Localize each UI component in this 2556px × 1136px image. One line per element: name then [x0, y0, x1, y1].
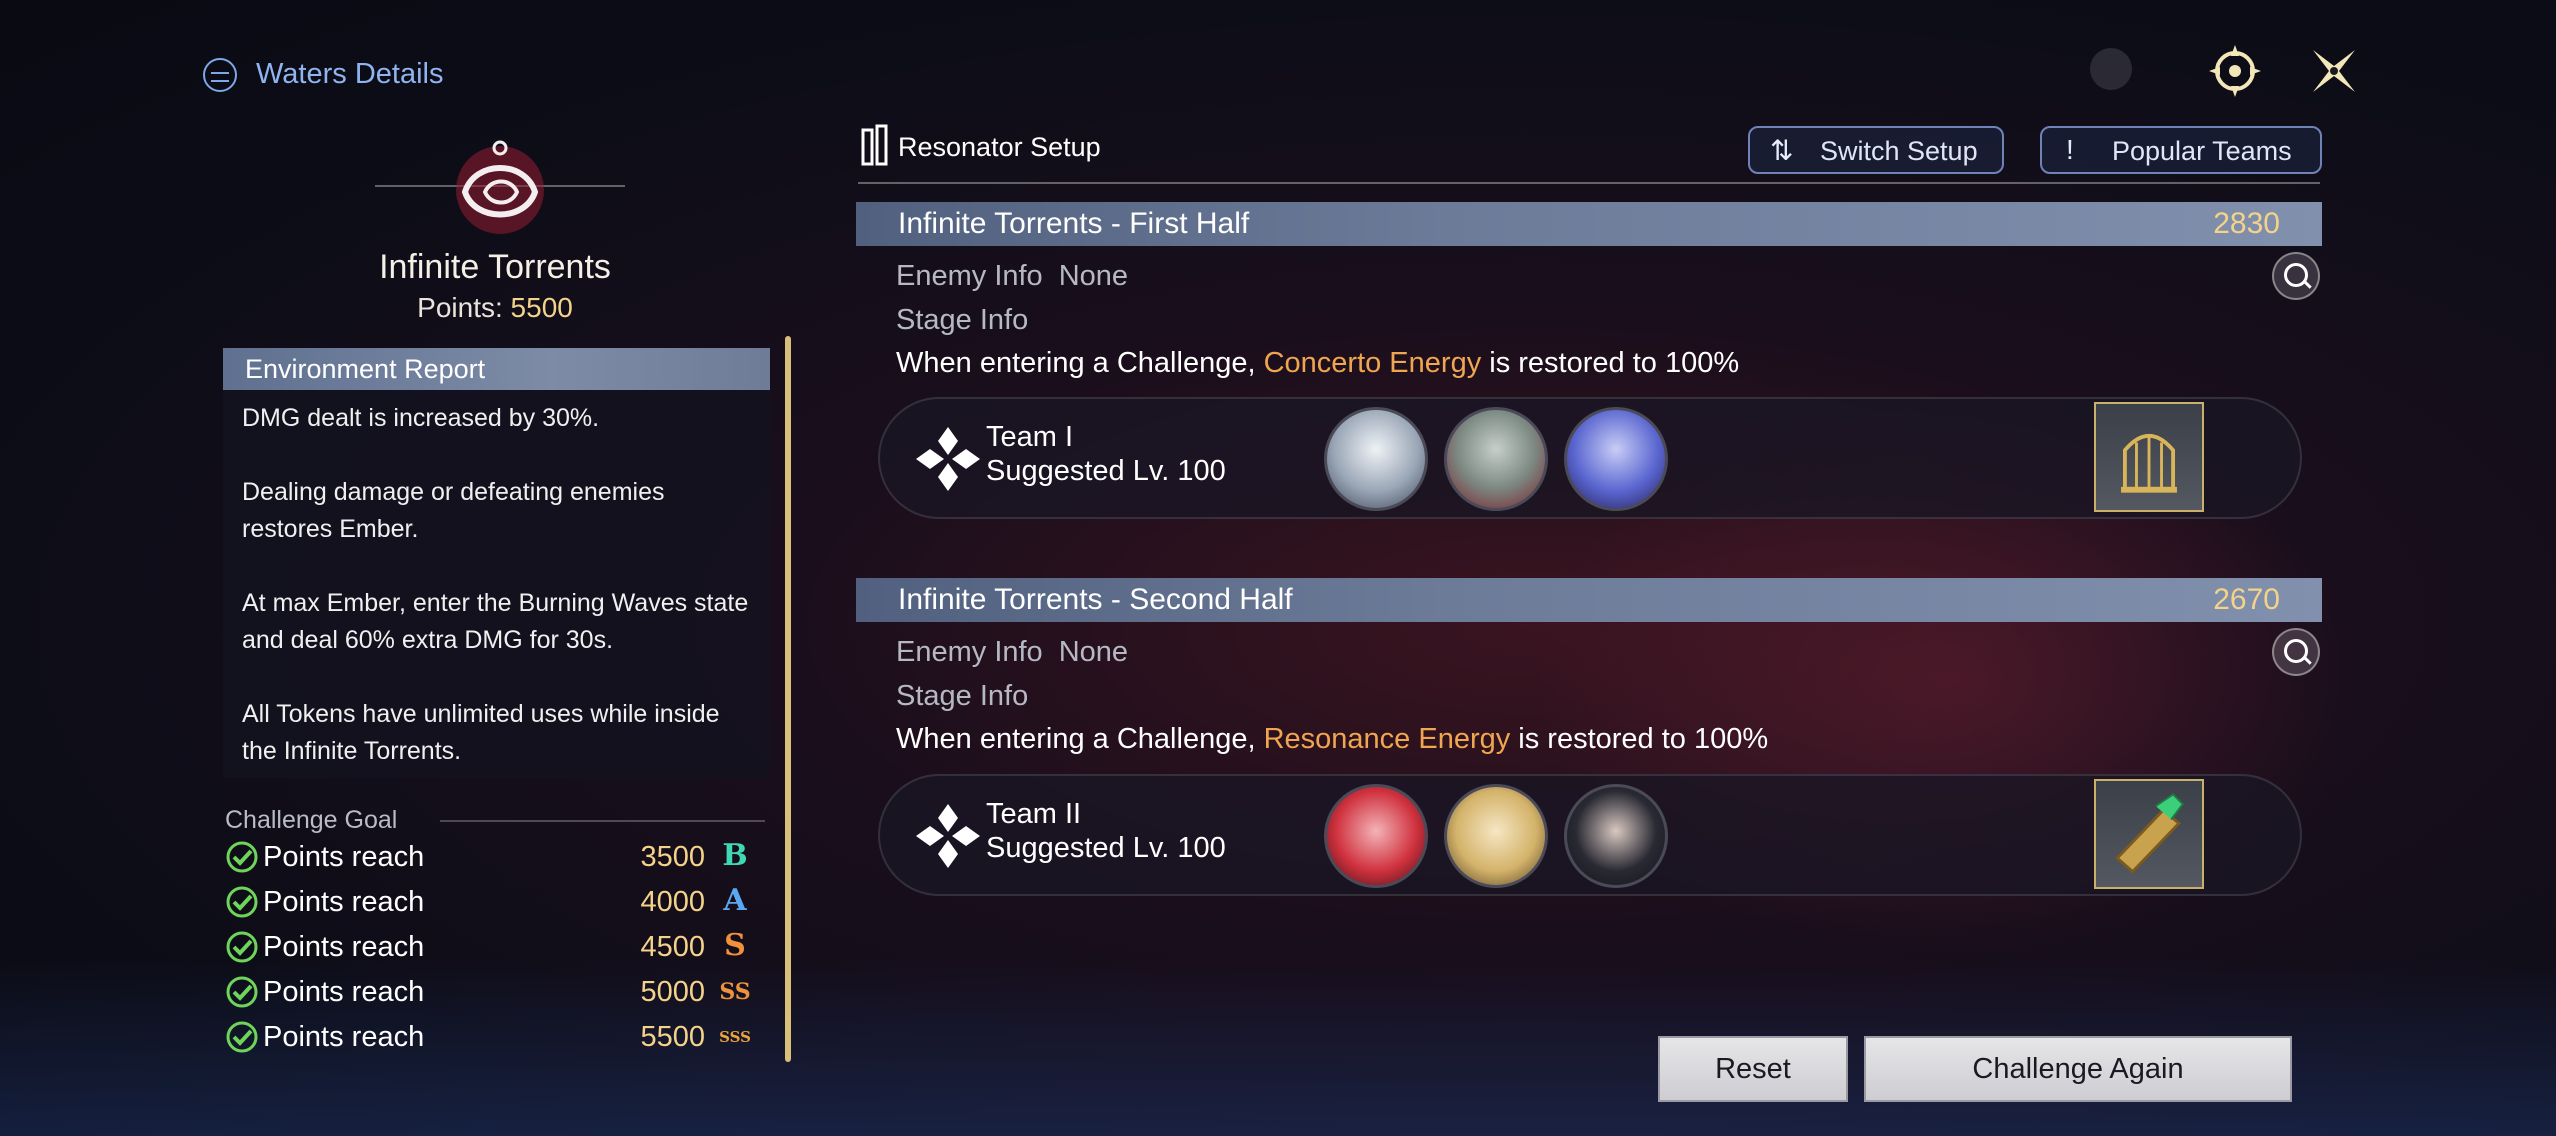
stage-name: Infinite Torrents: [379, 248, 611, 286]
environment-report-header: Environment Report: [223, 348, 770, 390]
close-icon[interactable]: [2305, 42, 2363, 100]
exclamation-icon: !: [2066, 134, 2074, 165]
goal-value: 3500: [640, 841, 705, 873]
check-icon: [226, 841, 258, 873]
echo-item[interactable]: [2094, 779, 2204, 889]
team-card[interactable]: Team I Suggested Lv. 100: [878, 397, 2302, 519]
desc-highlight: Concerto Energy: [1263, 347, 1482, 379]
stage-points: Points: 5500: [260, 292, 730, 324]
half-name: Infinite Torrents - Second Half: [898, 583, 1293, 616]
goal-row: Points reach 4000 A: [225, 883, 755, 923]
environment-report-title: Environment Report: [245, 354, 486, 384]
reset-button[interactable]: Reset: [1658, 1036, 1848, 1102]
half-name: Infinite Torrents - First Half: [898, 207, 1250, 240]
avatar[interactable]: [1564, 407, 1668, 511]
rank-badge: B: [722, 838, 748, 873]
half-score: 2670: [2213, 583, 2280, 616]
enemy-info-label: Enemy Info: [896, 636, 1043, 668]
scroll-icon: [2115, 793, 2184, 874]
dim-circle-icon: [2090, 48, 2132, 90]
check-icon: [226, 976, 258, 1008]
goal-value: 4500: [640, 931, 705, 963]
enemy-info: Enemy Info None: [896, 260, 1128, 293]
stage-emblem: [375, 140, 625, 234]
goal-label: Points reach: [263, 931, 425, 963]
enemy-info: Enemy Info None: [896, 636, 1128, 669]
avatar[interactable]: [1444, 784, 1548, 888]
popular-teams-button[interactable]: ! Popular Teams: [2040, 126, 2322, 174]
search-icon[interactable]: [2272, 252, 2320, 300]
stage-info-label: Stage Info: [896, 680, 1029, 712]
challenge-again-button[interactable]: Challenge Again: [1864, 1036, 2292, 1102]
stage-info-label: Stage Info: [896, 304, 1029, 336]
desc-before: When entering a Challenge,: [896, 347, 1264, 379]
scrollbar[interactable]: [785, 336, 791, 1062]
resonator-setup-title: Resonator Setup: [898, 132, 1101, 162]
team-emblem-icon: [916, 804, 980, 868]
enemy-info-label: Enemy Info: [896, 260, 1043, 292]
goal-row: Points reach 4500 S: [225, 928, 755, 968]
globe-icon: [203, 58, 237, 92]
team-card[interactable]: Team II Suggested Lv. 100: [878, 774, 2302, 896]
goal-value: 4000: [640, 886, 705, 918]
birdcage-icon: [2121, 434, 2177, 493]
team-level: Suggested Lv. 100: [986, 832, 1226, 864]
points-value: 5500: [510, 292, 573, 323]
goal-value: 5000: [640, 976, 705, 1008]
desc-before: When entering a Challenge,: [896, 723, 1264, 755]
goal-label: Points reach: [263, 841, 425, 873]
rank-badge: A: [723, 883, 747, 918]
half-score: 2830: [2213, 207, 2280, 240]
points-label: Points:: [417, 292, 503, 323]
team-name: Team II: [986, 798, 1082, 830]
goal-row: Points reach 5500 SSS: [225, 1018, 755, 1058]
check-icon: [226, 886, 258, 918]
switch-setup-label: Switch Setup: [1820, 136, 1978, 166]
enemy-info-value: None: [1058, 636, 1129, 668]
rank-badge: SS: [719, 979, 751, 1005]
switch-setup-button[interactable]: ⇅ Switch Setup: [1748, 126, 2004, 174]
environment-report-text: DMG dealt is increased by 30%. Dealing d…: [242, 404, 749, 765]
echo-item[interactable]: [2094, 402, 2204, 512]
desc-after: is restored to 100%: [1481, 347, 1740, 379]
desc-after: is restored to 100%: [1510, 723, 1769, 755]
avatar[interactable]: [1324, 407, 1428, 511]
avatar[interactable]: [1564, 784, 1668, 888]
switch-icon: ⇅: [1770, 135, 1794, 166]
goal-value: 5500: [640, 1021, 705, 1053]
divider: [440, 820, 765, 822]
popular-teams-label: Popular Teams: [2112, 136, 2292, 166]
check-icon: [226, 931, 258, 963]
check-icon: [226, 1021, 258, 1053]
goal-label: Points reach: [263, 976, 425, 1008]
goal-row: Points reach 3500 B: [225, 838, 755, 878]
avatar[interactable]: [1444, 407, 1548, 511]
goal-row: Points reach 5000 SS: [225, 973, 755, 1013]
settings-compass-icon[interactable]: [2206, 42, 2264, 100]
first-half-header: Infinite Torrents - First Half 2830: [856, 202, 2322, 246]
challenge-goal-title: Challenge Goal: [225, 806, 398, 834]
rank-badge: SSS: [719, 1028, 751, 1046]
goal-label: Points reach: [263, 1021, 425, 1053]
team-emblem-icon: [916, 427, 980, 491]
team-name: Team I: [986, 421, 1074, 453]
team-level: Suggested Lv. 100: [986, 455, 1226, 487]
desc-highlight: Resonance Energy: [1263, 723, 1511, 755]
resonator-icon: [861, 124, 888, 166]
divider: [858, 182, 2320, 184]
goal-label: Points reach: [263, 886, 425, 918]
page-title: Waters Details: [256, 58, 444, 90]
search-icon[interactable]: [2272, 628, 2320, 676]
rank-badge: S: [724, 928, 746, 963]
enemy-info-value: None: [1058, 260, 1129, 292]
stage-info-description: When entering a Challenge, Resonance Ene…: [896, 723, 1768, 756]
second-half-header: Infinite Torrents - Second Half 2670: [856, 578, 2322, 622]
avatar[interactable]: [1324, 784, 1428, 888]
stage-info-description: When entering a Challenge, Concerto Ener…: [896, 347, 1739, 380]
